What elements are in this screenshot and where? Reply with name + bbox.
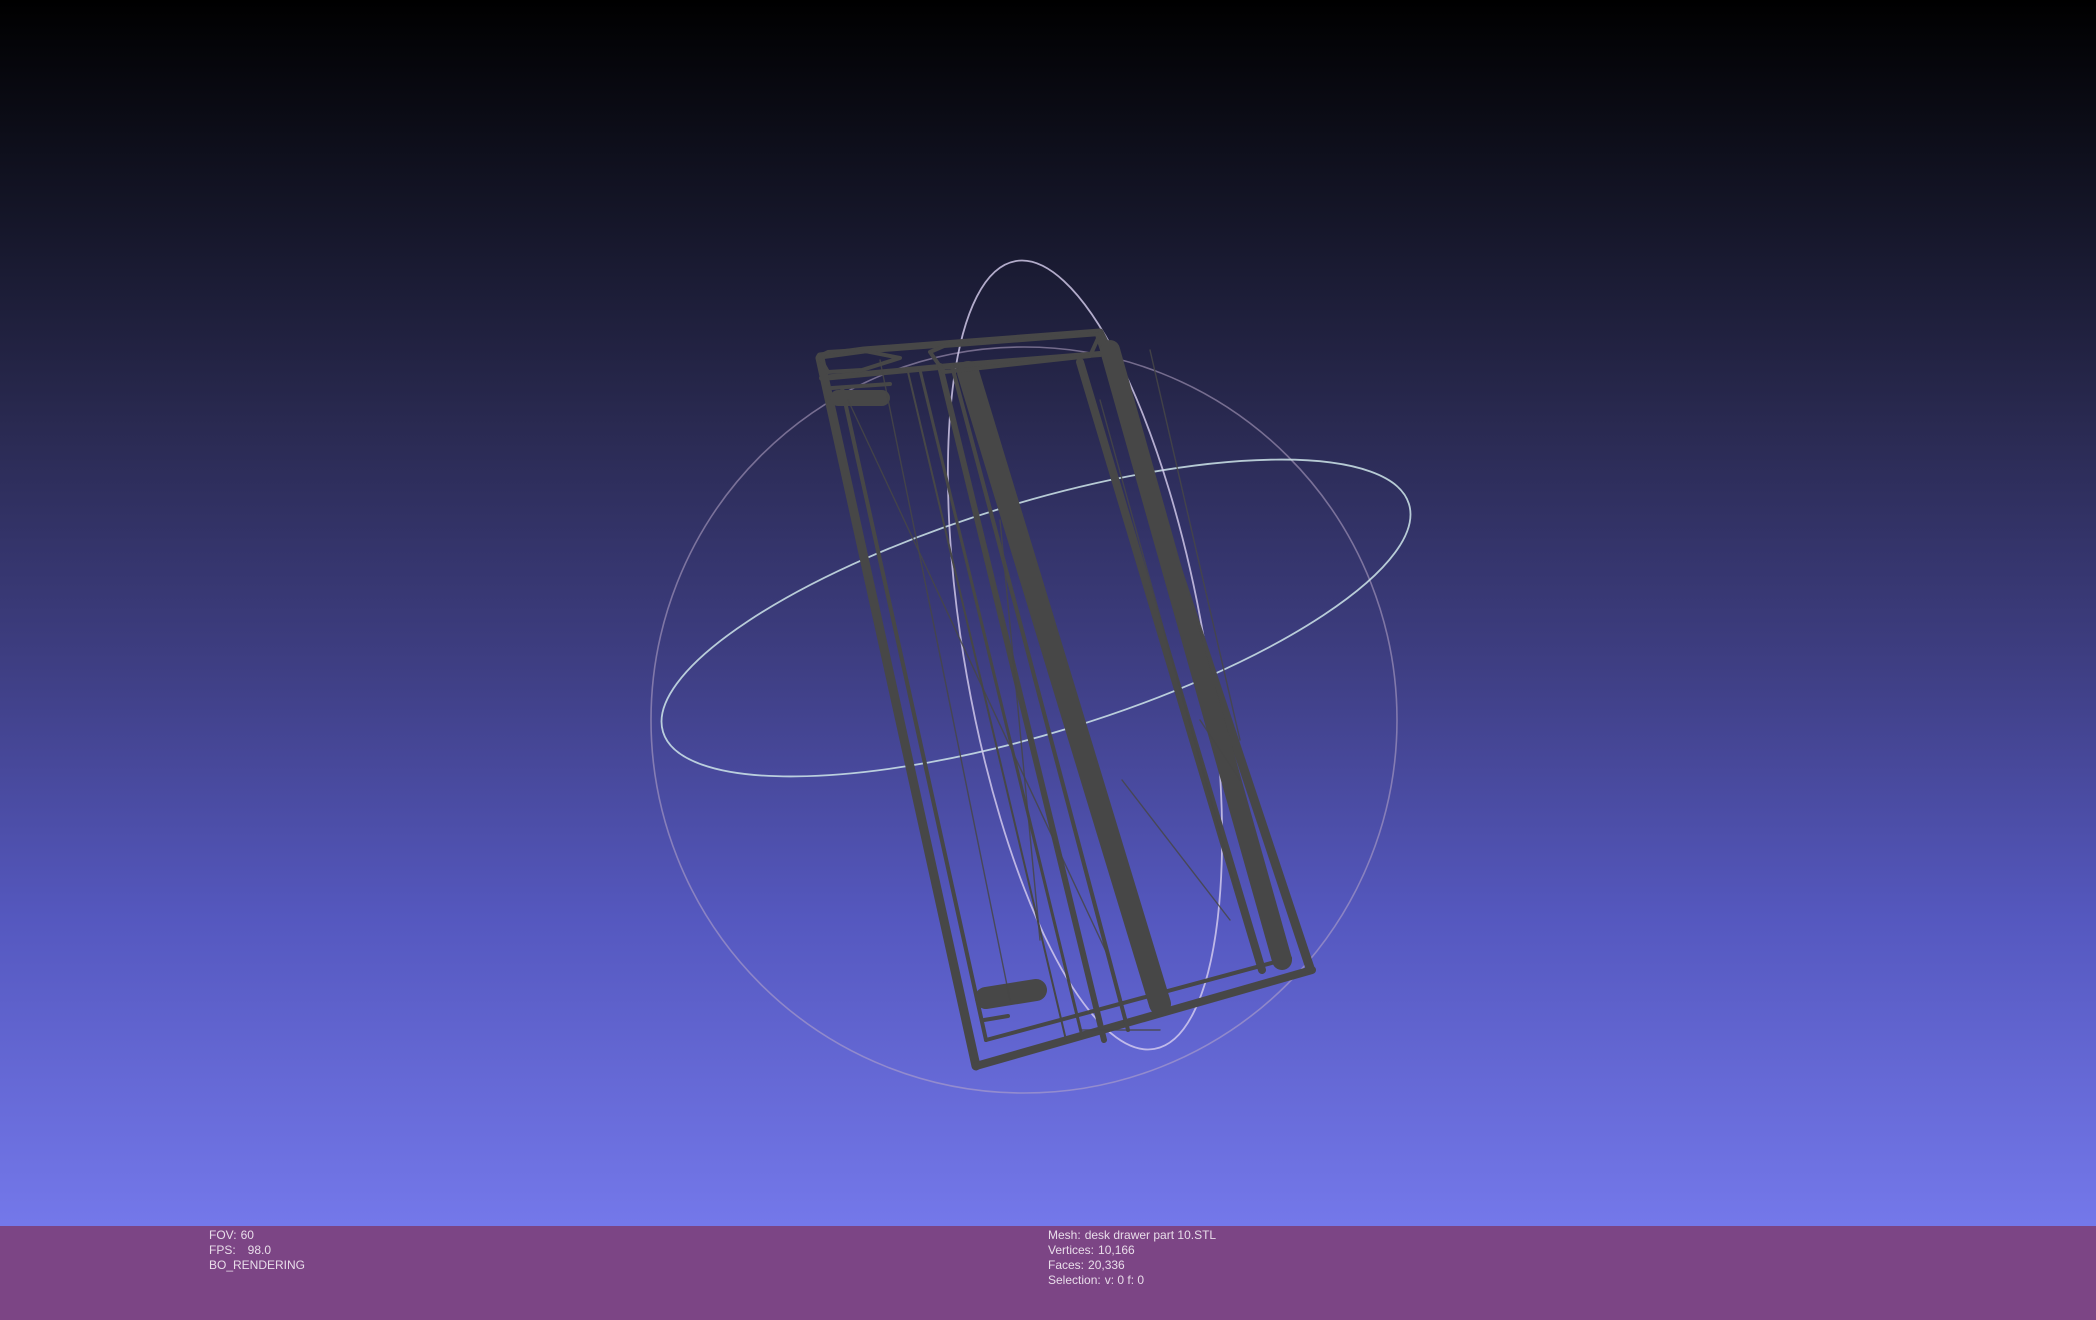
mesh-bottom-tab-inner	[982, 1014, 1010, 1022]
faces-readout: Faces: 20,336	[1048, 1258, 1216, 1273]
mesh-bottom-tab	[975, 979, 1047, 1009]
render-info-panel: FOV: 60 FPS: 98.0 BO_RENDERING	[209, 1228, 305, 1273]
fps-label: FPS:	[209, 1243, 236, 1257]
faces-value: 20,336	[1088, 1258, 1125, 1272]
mesh-thin-edge	[1099, 399, 1237, 891]
trackball-gizmo[interactable]	[629, 240, 1442, 1094]
mesh-label: Mesh:	[1048, 1228, 1081, 1242]
3d-viewport[interactable]	[0, 0, 2096, 1226]
vertices-value: 10,166	[1098, 1243, 1135, 1257]
mesh-right-inner-edge	[1100, 340, 1292, 970]
status-info-bar: FOV: 60 FPS: 98.0 BO_RENDERING Mesh: desk d…	[0, 1226, 2096, 1320]
render-mode: BO_RENDERING	[209, 1258, 306, 1272]
selection-label: Selection:	[1048, 1273, 1101, 1287]
mesh-left-edge	[815, 353, 981, 1071]
mesh-top-tab-inner	[830, 382, 892, 390]
selection-value: v: 0 f: 0	[1104, 1273, 1145, 1287]
mesh-name: desk drawer part 10.STL	[1084, 1228, 1217, 1242]
fov-value: 60	[240, 1228, 254, 1242]
fps-readout: FPS: 98.0	[209, 1243, 305, 1258]
mesh-left-inner-edge	[840, 386, 988, 1042]
vertices-readout: Vertices: 10,166	[1048, 1243, 1216, 1258]
viewport-canvas[interactable]	[0, 0, 2096, 1226]
mesh-divider-bar-2	[1076, 358, 1266, 974]
faces-label: Faces:	[1048, 1258, 1085, 1272]
fov-readout: FOV: 60	[209, 1228, 305, 1243]
selection-readout: Selection: v: 0 f: 0	[1048, 1273, 1216, 1288]
fov-label: FOV:	[209, 1228, 237, 1242]
mesh-name-readout: Mesh: desk drawer part 10.STL	[1048, 1228, 1216, 1243]
fps-value: 98.0	[247, 1243, 272, 1257]
mesh-info-panel: Mesh: desk drawer part 10.STL Vertices: 10…	[1048, 1228, 1216, 1288]
vertices-label: Vertices:	[1048, 1243, 1095, 1257]
mesh-wireframe[interactable]	[815, 328, 1316, 1071]
